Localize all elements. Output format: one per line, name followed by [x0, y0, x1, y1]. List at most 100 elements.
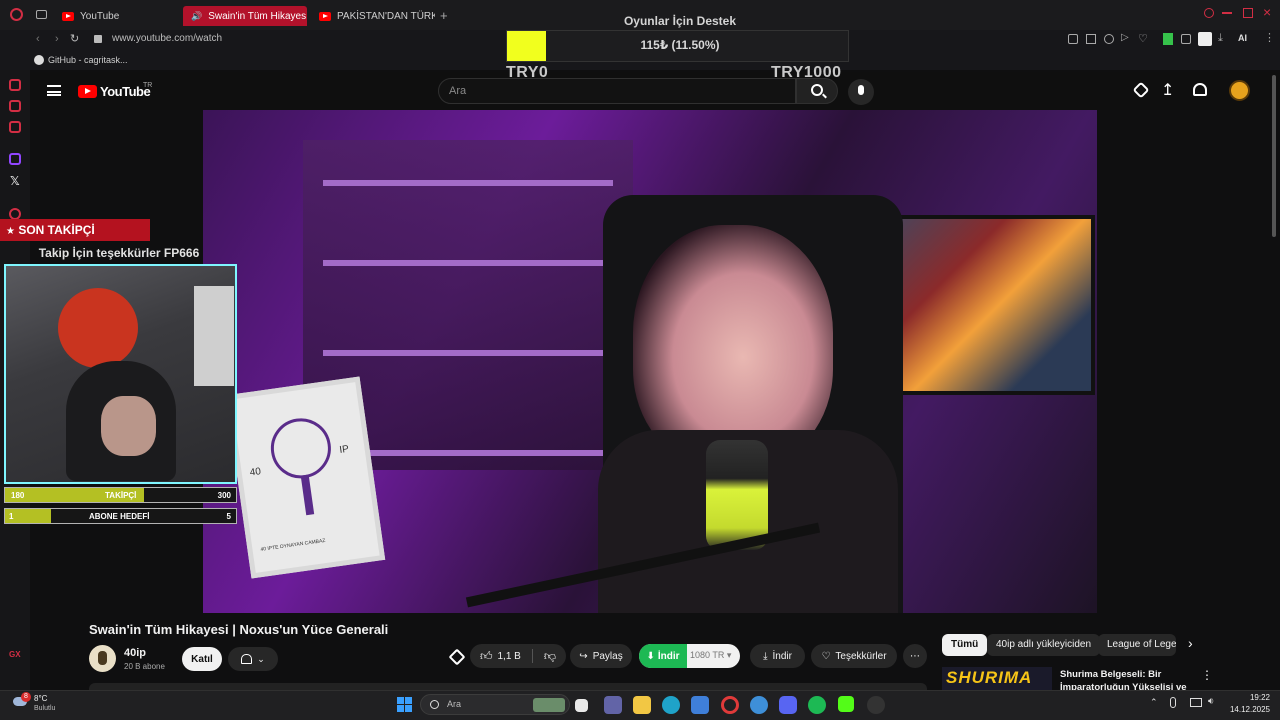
- tray-chevron-icon[interactable]: ⌃: [1150, 697, 1158, 708]
- ai-summary-icon[interactable]: [448, 648, 466, 666]
- spotify-icon[interactable]: [808, 696, 826, 714]
- obs-icon[interactable]: [867, 696, 885, 714]
- extension-download-icon[interactable]: [1163, 33, 1173, 45]
- thumbs-down-icon[interactable]: 👎︎: [544, 649, 556, 664]
- share-button[interactable]: ↪ Paylaş: [570, 644, 632, 668]
- messenger-icon[interactable]: [9, 79, 21, 91]
- download-icon: ⤓: [763, 650, 768, 662]
- wall-poster: [194, 286, 234, 386]
- workspaces-icon[interactable]: [36, 10, 47, 19]
- share-icon: ↪: [579, 650, 588, 662]
- donation-max-label: TRY1000: [771, 64, 842, 81]
- tab-pakistan[interactable]: PAKİSTAN'DAN TÜRKİYE: [311, 6, 435, 26]
- tab-youtube[interactable]: YouTube: [54, 6, 178, 26]
- clock-time[interactable]: 19:22: [1228, 693, 1270, 702]
- goal-label: ABONE HEDEFİ: [89, 512, 150, 521]
- page-scrollbar[interactable]: [1272, 75, 1276, 237]
- recommendation-thumbnail[interactable]: SHURIMA: [942, 667, 1052, 690]
- bookmark-github[interactable]: GitHub - cagritask...: [48, 55, 128, 65]
- chevron-right-icon[interactable]: ›: [1188, 635, 1193, 651]
- notifications-button[interactable]: ⌄: [228, 647, 278, 671]
- adblock-icon[interactable]: [1104, 34, 1114, 44]
- whatsapp-icon[interactable]: [9, 100, 21, 112]
- taskbar-search-box[interactable]: Ara: [420, 694, 570, 715]
- extensions-icon[interactable]: [1181, 34, 1191, 44]
- new-tab-icon[interactable]: +: [440, 8, 448, 23]
- like-count[interactable]: 1,1 B: [498, 651, 521, 662]
- facecam: [4, 264, 237, 484]
- video-player[interactable]: 40 IP 40 IPTE OYNAYAN CAMBAZ: [203, 110, 1097, 613]
- search-tabs-icon[interactable]: [1204, 8, 1214, 18]
- donation-amount: 115₺ (11.50%): [640, 38, 720, 52]
- reload-icon[interactable]: ↻: [70, 32, 79, 45]
- file-explorer-icon[interactable]: [633, 696, 651, 714]
- kick-icon[interactable]: [838, 696, 854, 712]
- recommendation-menu-icon[interactable]: ⋮: [1201, 668, 1213, 682]
- notifications-bell-icon[interactable]: [1193, 83, 1207, 96]
- tab-label: PAKİSTAN'DAN TÜRKİYE: [337, 10, 435, 22]
- join-button[interactable]: Katıl: [182, 647, 222, 671]
- green-download-button[interactable]: ⬇ İndir: [639, 644, 687, 668]
- ai-button[interactable]: AI: [1238, 33, 1247, 43]
- network-icon[interactable]: [1190, 698, 1202, 707]
- goal-label: TAKİPÇİ: [105, 491, 137, 500]
- download-quality-group: ⬇ İndir 1080 TR ▾: [639, 644, 740, 668]
- more-menu-icon[interactable]: ⋮: [1264, 31, 1275, 44]
- forward-icon[interactable]: ›: [55, 33, 59, 45]
- twitch-icon[interactable]: [9, 153, 21, 165]
- channel-name[interactable]: 40ip: [124, 647, 146, 659]
- download-button[interactable]: ⤓ İndir: [750, 644, 805, 668]
- gx-icon[interactable]: GX: [9, 650, 21, 659]
- thumbs-up-icon[interactable]: 👍︎: [480, 649, 493, 664]
- instagram-icon[interactable]: [9, 121, 21, 133]
- extension-active-icon[interactable]: [1198, 32, 1212, 46]
- search-highlight-icon: [533, 698, 565, 712]
- quality-select[interactable]: 1080 TR ▾: [690, 650, 731, 661]
- pin-icon[interactable]: [1068, 34, 1078, 44]
- opera-gx-icon[interactable]: [721, 696, 739, 714]
- youtube-logo-icon[interactable]: [78, 85, 97, 98]
- weather-temp[interactable]: 8°C: [34, 694, 47, 703]
- more-actions-button[interactable]: ⋯: [903, 644, 927, 668]
- player-control-icon[interactable]: ▷: [1121, 32, 1129, 43]
- chip-all[interactable]: Tümü: [942, 634, 988, 656]
- chip-from-uploader[interactable]: 40ip adlı yükleyiciden: [987, 634, 1101, 656]
- channel-avatar[interactable]: [89, 645, 116, 672]
- task-view-icon[interactable]: [575, 699, 588, 712]
- edge-icon[interactable]: [662, 696, 680, 714]
- volume-icon[interactable]: 🔉︎: [1208, 696, 1214, 707]
- chip-league[interactable]: League of Legen: [1098, 634, 1176, 656]
- teams-icon[interactable]: [604, 696, 622, 714]
- thanks-button[interactable]: ♡ Teşekkürler: [811, 644, 897, 668]
- hamburger-menu-icon[interactable]: [47, 85, 61, 96]
- discord-icon[interactable]: [779, 696, 797, 714]
- store-icon[interactable]: [691, 696, 709, 714]
- voice-search-button[interactable]: [848, 79, 874, 105]
- close-icon[interactable]: ×: [1263, 4, 1271, 20]
- minimize-icon[interactable]: [1222, 12, 1232, 14]
- maximize-icon[interactable]: [1243, 8, 1253, 18]
- upload-icon[interactable]: ↥: [1161, 80, 1174, 100]
- x-icon[interactable]: 𝕏: [10, 174, 20, 188]
- account-avatar[interactable]: [1229, 80, 1250, 101]
- heart-icon[interactable]: ♡: [1138, 32, 1148, 45]
- windows-start-icon[interactable]: [397, 697, 412, 712]
- subscriber-count: 20 B abone: [124, 662, 165, 671]
- download-label: İndir: [772, 650, 792, 662]
- tab-swain-video[interactable]: 🔊 Swain'in Tüm Hikayes: [183, 6, 307, 26]
- snapshot-icon[interactable]: [1086, 34, 1096, 44]
- mic-tray-icon[interactable]: [1170, 697, 1176, 708]
- description-box[interactable]: [89, 683, 927, 690]
- shelf-board: [323, 260, 613, 266]
- back-icon[interactable]: ‹: [36, 33, 40, 45]
- youtube-favicon-icon: [62, 11, 74, 21]
- url-text[interactable]: www.youtube.com/watch: [112, 33, 222, 44]
- tree-logo-icon: [267, 414, 335, 483]
- goal-current: 180: [11, 491, 25, 500]
- search-input[interactable]: Ara: [438, 78, 796, 104]
- opera-menu-icon[interactable]: [10, 8, 23, 21]
- vpn-icon[interactable]: [750, 696, 768, 714]
- clock-date[interactable]: 14.12.2025: [1220, 705, 1270, 714]
- super-thanks-icon: ♡: [821, 650, 831, 662]
- download-icon[interactable]: ⤓: [1218, 32, 1223, 45]
